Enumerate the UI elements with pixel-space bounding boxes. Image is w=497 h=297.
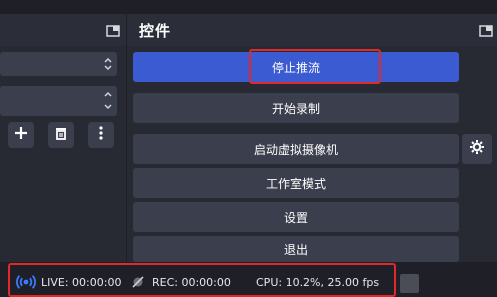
cpu-status: CPU: 10.2%, 25.00 fps [256,276,380,289]
float-dock-icon[interactable] [479,23,493,42]
studio-mode-button[interactable]: 工作室模式 [133,168,459,198]
trash-icon [53,125,69,145]
status-bar: LIVE: 00:00:00 REC: 00:00:00 CPU: 10.2%,… [0,268,497,297]
plus-icon [13,125,29,145]
start-virtual-camera-label: 启动虚拟摄像机 [253,142,338,157]
stop-stream-label: 停止推流 [271,60,320,75]
start-recording-label: 开始录制 [271,101,320,116]
exit-button[interactable]: 退出 [133,236,459,262]
broadcast-icon [16,274,36,293]
exit-label: 退出 [283,242,308,257]
left-select-2[interactable] [0,86,117,116]
spinner-chevrons-icon [103,57,113,73]
record-off-icon [131,275,145,292]
more-button[interactable] [88,122,114,148]
rec-status: REC: 00:00:00 [152,276,231,289]
gear-icon [469,139,485,159]
add-button[interactable] [8,122,34,148]
left-dock [0,14,126,262]
stop-stream-button[interactable]: 停止推流 [133,52,459,82]
chevron-down-icon [103,102,113,115]
settings-label: 设置 [283,210,308,225]
left-select-1[interactable] [0,52,117,76]
controls-dock: 控件 停止推流 开始录制 启动虚拟摄像机 工作室模式 设置 退出 [127,14,497,262]
kebab-icon [93,125,109,145]
virtual-camera-settings-button[interactable] [462,134,492,164]
controls-header: 控件 [127,14,497,46]
status-indicator-square [400,274,419,293]
float-dock-icon[interactable] [106,23,120,42]
start-virtual-camera-button[interactable]: 启动虚拟摄像机 [133,134,459,164]
remove-button[interactable] [48,122,74,148]
controls-title: 控件 [139,22,172,40]
live-status: LIVE: 00:00:00 [41,276,122,289]
left-dock-header [0,14,126,46]
start-recording-button[interactable]: 开始录制 [133,93,459,123]
settings-button[interactable]: 设置 [133,202,459,232]
studio-mode-label: 工作室模式 [265,176,326,191]
